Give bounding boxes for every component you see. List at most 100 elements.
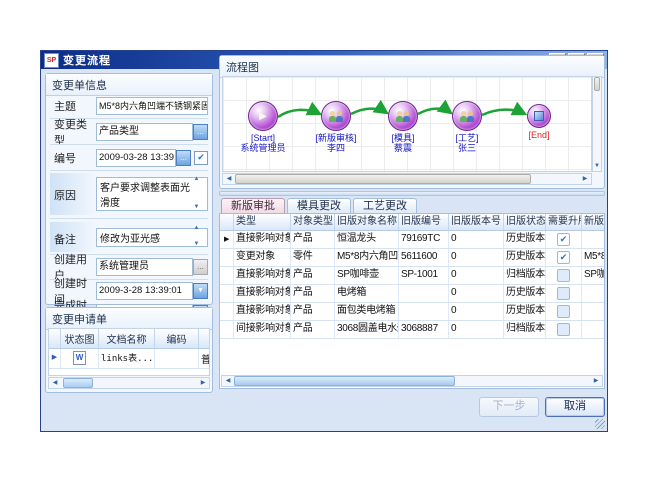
grid-cell[interactable]: SP咖啡壶	[335, 267, 399, 284]
grid-cell[interactable]: 直接影响对象	[234, 267, 291, 284]
grid-cell[interactable]: 面包类电烤箱	[335, 303, 399, 320]
grid-column-header[interactable]: 旧版状态	[504, 214, 546, 230]
upgrade-checkbox[interactable]: ✔	[557, 233, 570, 246]
reason-scroll-up[interactable]: ▲	[192, 175, 201, 183]
upgrade-checkbox[interactable]	[557, 323, 570, 336]
grid-cell[interactable]: SP-1001	[399, 267, 449, 284]
grid-cell[interactable]: 0	[449, 321, 504, 338]
grid-column-header[interactable]: 旧版编号	[399, 214, 449, 230]
grid-cell[interactable]: 历史版本	[504, 285, 546, 302]
grid-cell[interactable]: 归档版本	[504, 267, 546, 284]
grid-cell[interactable]: 0	[449, 267, 504, 284]
grid-cell[interactable]: 产品	[291, 321, 335, 338]
upgrade-checkbox[interactable]	[557, 305, 570, 318]
scroll-right-icon[interactable]: ▶	[197, 378, 209, 388]
grid-cell-new-name[interactable]	[582, 285, 605, 302]
grid-cell[interactable]: 产品	[291, 267, 335, 284]
grid-header-row[interactable]: 类型对象类型旧版对象名称旧版编号旧版版本号旧版状态需要升版新版	[220, 214, 604, 231]
remark-scroll-up[interactable]: ▲	[192, 224, 201, 232]
grid-column-header[interactable]: 新版	[582, 214, 605, 230]
resize-grip[interactable]	[595, 419, 605, 429]
tab-mold-change[interactable]: 模具更改	[287, 198, 351, 214]
change-type-input[interactable]: 产品类型	[96, 123, 193, 141]
grid-column-header[interactable]: 对象类型	[291, 214, 335, 230]
grid-cell[interactable]: 历史版本	[504, 249, 546, 266]
flow-node-review[interactable]: [新版审核] 李四	[308, 101, 364, 153]
grid-cell[interactable]: 5611600	[399, 249, 449, 266]
grid-cell[interactable]: 0	[449, 231, 504, 248]
request-table-hscrollbar[interactable]: ◀ ▶	[48, 377, 210, 389]
flow-vscrollbar[interactable]: ▲ ▼	[592, 76, 602, 172]
grid-cell[interactable]: 79169TC	[399, 231, 449, 248]
grid-column-header[interactable]: 类型	[234, 214, 291, 230]
grid-row[interactable]: 直接影响对象产品SP咖啡壶SP-10010归档版本 SP咖	[220, 267, 604, 285]
scroll-left-icon[interactable]: ◀	[49, 378, 61, 388]
upgrade-checkbox[interactable]	[557, 287, 570, 300]
request-table-row[interactable]: ▶ W links表... 普通	[49, 349, 209, 369]
grid-cell[interactable]: 变更对象	[234, 249, 291, 266]
grid-cell[interactable]: 历史版本	[504, 303, 546, 320]
grid-cell[interactable]: 3068圆盖电水壶	[335, 321, 399, 338]
grid-column-header[interactable]: 旧版对象名称	[335, 214, 399, 230]
grid-cell-new-name[interactable]	[582, 321, 605, 338]
grid-cell[interactable]: 直接影响对象	[234, 285, 291, 302]
grid-cell-new-name[interactable]	[582, 231, 605, 248]
number-checkbox[interactable]: ✔	[194, 151, 208, 165]
grid-cell-new-name[interactable]: SP咖	[582, 267, 605, 284]
grid-row[interactable]: ▶直接影响对象产品恒温龙头79169TC0历史版本✔	[220, 231, 604, 249]
grid-cell[interactable]: 产品	[291, 231, 335, 248]
reason-scroll-down[interactable]: ▼	[192, 203, 201, 211]
grid-cell-new-name[interactable]: M5*8	[582, 249, 605, 266]
grid-cell[interactable]: 0	[449, 303, 504, 320]
subject-input[interactable]: M5*8内六角凹端不锈钢紧固螺钉	[96, 97, 208, 115]
remark-scroll-down[interactable]: ▼	[192, 240, 201, 248]
grid-cell[interactable]: 产品	[291, 303, 335, 320]
tab-process-change[interactable]: 工艺更改	[353, 198, 417, 214]
flow-node-process[interactable]: [工艺] 张三	[439, 101, 495, 153]
grid-cell[interactable]: 直接影响对象	[234, 231, 291, 248]
scroll-right-icon[interactable]: ▶	[590, 376, 602, 386]
flow-node-start[interactable]: ▶ [Start] 系统管理员	[235, 101, 291, 153]
flow-node-end[interactable]: [End]	[511, 104, 567, 140]
grid-cell[interactable]: 0	[449, 285, 504, 302]
scroll-right-icon[interactable]: ▶	[579, 174, 591, 184]
number-browse-button[interactable]: ...	[176, 150, 191, 166]
grid-cell[interactable]: 产品	[291, 285, 335, 302]
grid-cell[interactable]: 直接影响对象	[234, 303, 291, 320]
create-time-dropdown-button[interactable]: ▼	[193, 283, 208, 299]
grid-row[interactable]: 变更对象零件M5*8内六角凹...56116000历史版本✔M5*8	[220, 249, 604, 267]
creator-browse-button[interactable]: ...	[193, 259, 208, 275]
grid-cell[interactable]: 零件	[291, 249, 335, 266]
number-input[interactable]: 2009-03-28 13:39:01	[96, 149, 176, 167]
next-step-button[interactable]: 下一步	[479, 397, 539, 417]
grid-column-header[interactable]: 旧版版本号	[449, 214, 504, 230]
cancel-button[interactable]: 取消	[545, 397, 605, 417]
grid-cell[interactable]	[399, 285, 449, 302]
change-type-browse-button[interactable]: ...	[193, 124, 208, 140]
horizontal-splitter[interactable]	[219, 191, 605, 196]
create-time-input[interactable]: 2009-3-28 13:39:01	[96, 282, 193, 300]
scroll-left-icon[interactable]: ◀	[222, 376, 234, 386]
grid-cell[interactable]: 恒温龙头	[335, 231, 399, 248]
grid-cell[interactable]: 间接影响对象	[234, 321, 291, 338]
scroll-down-icon[interactable]: ▼	[593, 161, 601, 171]
upgrade-checkbox[interactable]	[557, 269, 570, 282]
scroll-left-icon[interactable]: ◀	[223, 174, 235, 184]
flow-hscrollbar[interactable]: ◀ ▶	[222, 173, 592, 185]
grid-cell[interactable]: M5*8内六角凹...	[335, 249, 399, 266]
grid-row[interactable]: 间接影响对象产品3068圆盖电水壶30688870归档版本	[220, 321, 604, 339]
flow-canvas[interactable]: ▶ [Start] 系统管理员 [新版审核] 李四 [模具] 蔡震 [工艺] 张…	[222, 76, 592, 172]
grid-cell-new-name[interactable]	[582, 303, 605, 320]
grid-hscrollbar[interactable]: ◀ ▶	[221, 375, 603, 387]
grid-cell[interactable]: 电烤箱	[335, 285, 399, 302]
grid-cell[interactable]: 归档版本	[504, 321, 546, 338]
grid-column-header[interactable]: 需要升版	[546, 214, 582, 230]
creator-input[interactable]: 系统管理员	[96, 258, 193, 276]
flow-node-mold[interactable]: [模具] 蔡震	[375, 101, 431, 153]
grid-cell[interactable]: 0	[449, 249, 504, 266]
tab-new-version-approval[interactable]: 新版审批	[221, 198, 285, 214]
grid-cell[interactable]: 3068887	[399, 321, 449, 338]
grid-cell[interactable]: 历史版本	[504, 231, 546, 248]
grid-row[interactable]: 直接影响对象产品面包类电烤箱 0历史版本	[220, 303, 604, 321]
grid-row[interactable]: 直接影响对象产品电烤箱 0历史版本	[220, 285, 604, 303]
